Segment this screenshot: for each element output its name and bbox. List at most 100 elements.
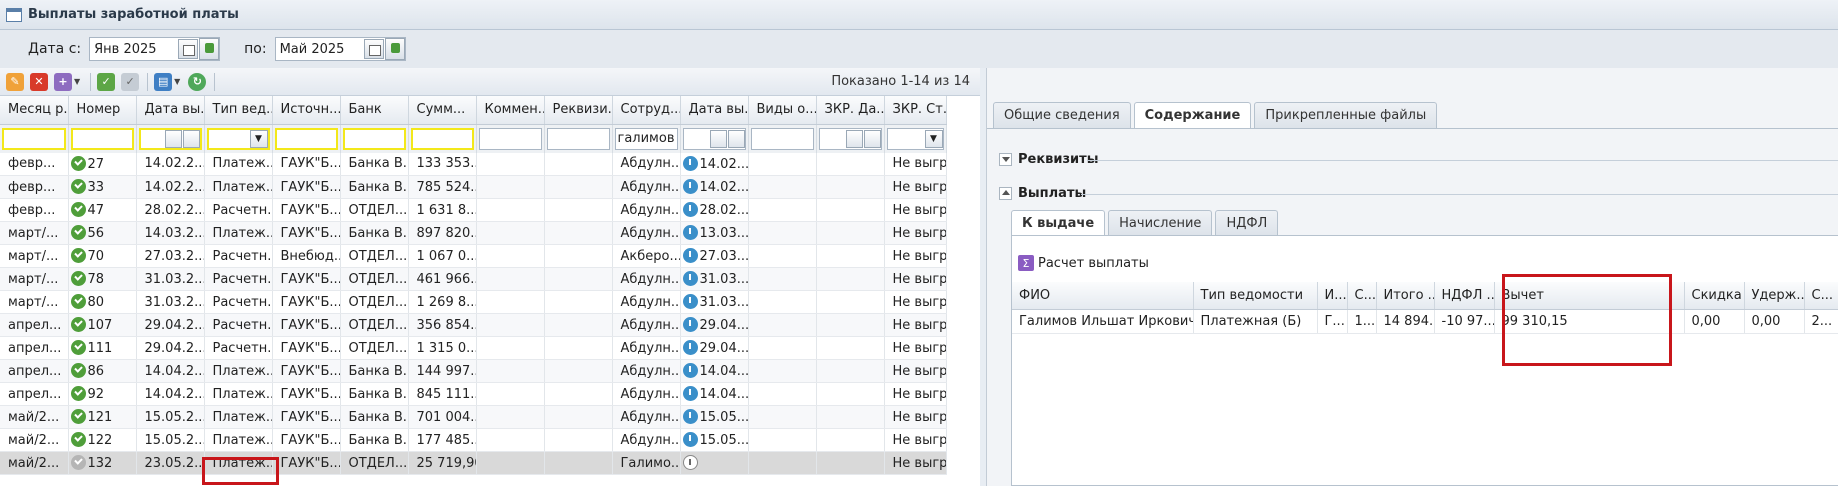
cell-text: Абдулн... [620, 317, 680, 333]
cell-bank: Банка В... [340, 175, 409, 199]
approve-icon[interactable]: ✓ [97, 72, 116, 91]
col-header[interactable]: Тип вед... [204, 96, 273, 125]
filter-employee[interactable]: галимов [614, 127, 678, 150]
chevron-down-icon[interactable]: ▼ [74, 77, 80, 86]
filter-pay-date[interactable] [682, 127, 746, 150]
col-header[interactable]: Банк [340, 96, 409, 125]
filter-source[interactable] [274, 127, 338, 150]
cell-req [544, 244, 613, 268]
filter-zkr-date[interactable] [818, 127, 882, 150]
col-header[interactable]: С... [1804, 282, 1838, 310]
col-header[interactable]: Месяц р... [0, 96, 69, 125]
col-header[interactable]: Коммен... [476, 96, 545, 125]
tab-general[interactable]: Общие сведения [993, 102, 1131, 128]
col-header[interactable]: Источн... [272, 96, 341, 125]
cell-pay-date: 13.03... [680, 221, 749, 245]
filter-zkr-status[interactable]: ▼ [886, 127, 944, 150]
table-row[interactable]: март/... 78 31.03.2... Расчетн... ГАУК"Б... О… [0, 267, 947, 291]
date-to-value[interactable]: Май 2025 [276, 42, 364, 57]
calendar-icon[interactable] [845, 129, 863, 148]
date-from-value[interactable]: Янв 2025 [90, 42, 178, 57]
tab-accrual[interactable]: Начисление [1108, 210, 1213, 235]
cell-text: 14.04.2... [144, 386, 204, 402]
filter-comment[interactable] [478, 127, 542, 150]
tab-to-pay[interactable]: К выдаче [1011, 210, 1106, 235]
col-header[interactable]: Скидка [1684, 282, 1745, 310]
chevron-down-icon[interactable]: ▼ [174, 77, 180, 86]
tab-attachments[interactable]: Прикрепленные файлы [1254, 102, 1438, 128]
clear-date-icon[interactable] [727, 129, 745, 148]
filter-requisites[interactable] [546, 127, 610, 150]
col-header[interactable]: Реквизи... [544, 96, 613, 125]
section-requisites-header[interactable]: Реквизиты [999, 152, 1098, 167]
col-header[interactable]: Итого ... [1376, 282, 1435, 310]
print-icon[interactable]: ▤ [154, 72, 173, 91]
section-payments-header[interactable]: Выплаты [999, 186, 1086, 201]
col-header[interactable]: С... [1347, 282, 1377, 310]
table-row[interactable]: февр... 33 14.02.2... Платеж... ГАУК"Б... Бан… [0, 175, 947, 199]
unapprove-icon[interactable]: ✓ [121, 72, 140, 91]
filter-number[interactable] [70, 127, 134, 150]
table-row[interactable]: апрел... 92 14.04.2... Платеж... ГАУК"Б... Ба… [0, 382, 947, 406]
collapse-icon[interactable] [999, 187, 1012, 200]
calc-payment-button[interactable]: Σ Расчет выплаты [1018, 250, 1149, 276]
calendar-icon[interactable] [178, 39, 199, 59]
refresh-icon[interactable]: ↻ [188, 72, 207, 91]
filter-bank[interactable] [342, 127, 406, 150]
table-row[interactable]: май/2... 132 23.05.2... Платеж... ГАУК"Б... О… [0, 451, 947, 475]
cell-text: 29.04.2... [144, 340, 204, 356]
col-header[interactable]: ФИО [1012, 282, 1194, 310]
cell-req [544, 290, 613, 314]
table-row[interactable]: март/... 56 14.03.2... Платеж... ГАУК"Б... Ба… [0, 221, 947, 245]
delete-icon[interactable]: ✕ [30, 72, 48, 91]
table-row[interactable]: апрел... 111 29.04.2... Расчетн... ГАУК"Б...… [0, 336, 947, 360]
clear-date-icon[interactable] [863, 129, 881, 148]
table-row[interactable]: март/... 80 31.03.2... Расчетн... ГАУК"Б... О… [0, 290, 947, 314]
tab-content[interactable]: Содержание [1133, 102, 1252, 128]
col-header[interactable]: Удерж... [1744, 282, 1805, 310]
date-from-field[interactable]: Янв 2025 [89, 37, 221, 61]
calendar-icon[interactable] [709, 129, 727, 148]
clear-date-icon[interactable] [182, 129, 200, 148]
table-row[interactable]: май/2... 122 15.05.2... Платеж... ГАУК"Б... Б… [0, 428, 947, 452]
cell-pay-date: 29.04... [680, 313, 749, 337]
col-header[interactable]: Сумм... [408, 96, 477, 125]
col-header[interactable]: Дата вы... [680, 96, 749, 125]
add-icon[interactable]: + [54, 72, 72, 91]
chevron-down-icon[interactable]: ▼ [924, 129, 943, 148]
filter-month[interactable] [2, 127, 66, 150]
cell-kinds [748, 382, 817, 406]
table-row[interactable]: апрел... 107 29.04.2... Расчетн... ГАУК"Б...… [0, 313, 947, 337]
cell-text: Банка В... [348, 363, 408, 379]
filter-kinds[interactable] [750, 127, 814, 150]
filter-date[interactable] [138, 127, 202, 150]
col-header[interactable]: ЗКР. Да... [816, 96, 885, 125]
table-row[interactable]: март/... 70 27.03.2... Расчетн... Внебюд... О… [0, 244, 947, 268]
table-row[interactable]: февр... 27 14.02.2... Платеж... ГАУК"Б... Бан… [0, 152, 947, 176]
table-row[interactable]: Галимов Ильшат Иркович Платежная (Б) Г..… [1012, 309, 1838, 334]
calendar-icon[interactable] [363, 39, 384, 59]
clear-date-icon[interactable] [384, 38, 405, 60]
clear-date-icon[interactable] [199, 38, 220, 60]
date-to-field[interactable]: Май 2025 [274, 37, 406, 61]
table-row[interactable]: апрел... 86 14.04.2... Платеж... ГАУК"Б... Ба… [0, 359, 947, 383]
expand-icon[interactable] [999, 153, 1012, 166]
cell-month: апрел... [0, 382, 69, 406]
col-header[interactable]: Сотруд... [612, 96, 681, 125]
col-header[interactable]: НДФЛ ... [1434, 282, 1495, 310]
filter-sum[interactable] [410, 127, 474, 150]
col-header[interactable]: ЗКР. Ст... [884, 96, 947, 125]
filter-type[interactable]: ▼ [206, 127, 270, 150]
chevron-down-icon[interactable]: ▼ [249, 129, 268, 148]
col-header[interactable]: Дата вы... [136, 96, 205, 125]
col-header[interactable]: Номер [68, 96, 137, 125]
table-row[interactable]: февр... 47 28.02.2... Расчетн... ГАУК"Б... ОТ… [0, 198, 947, 222]
edit-icon[interactable]: ✎ [6, 72, 24, 91]
tab-ndfl[interactable]: НДФЛ [1215, 210, 1279, 235]
cell-date: 31.03.2... [136, 290, 205, 314]
calendar-icon[interactable] [164, 129, 182, 148]
col-header[interactable]: И... [1317, 282, 1348, 310]
col-header[interactable]: Виды о... [748, 96, 817, 125]
table-row[interactable]: май/2... 121 15.05.2... Платеж... ГАУК"Б... Б… [0, 405, 947, 429]
col-header[interactable]: Тип ведомости [1193, 282, 1318, 310]
